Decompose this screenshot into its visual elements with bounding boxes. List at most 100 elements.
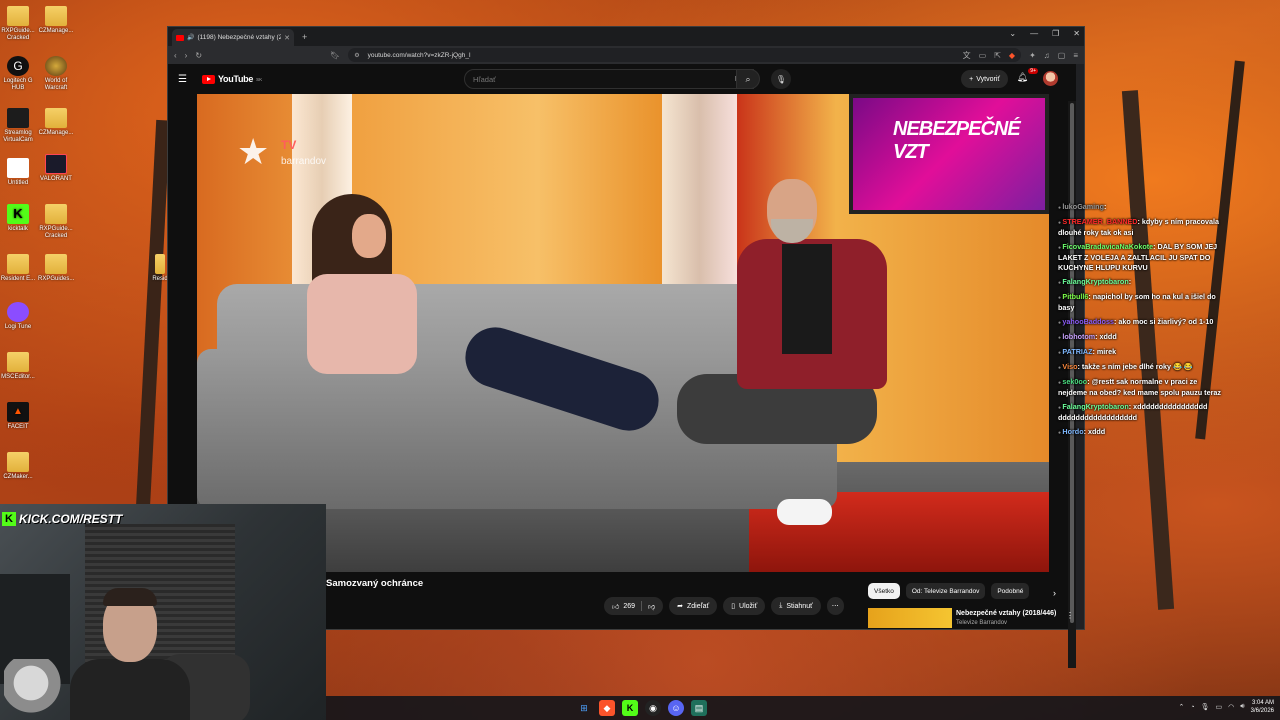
close-tab-icon[interactable]: ✕ [284, 34, 290, 42]
volume-icon[interactable]: 🔊︎ [1240, 703, 1244, 711]
chat-username[interactable]: FalangKryptobaron [1062, 277, 1128, 286]
desktop-icon[interactable]: RXPGuide... Cracked [38, 204, 74, 240]
video-title: Samozvaný ochránce [326, 578, 424, 589]
avatar[interactable] [1043, 71, 1058, 86]
chip-related[interactable]: Podobné [991, 583, 1030, 599]
minimize-button[interactable]: — [1030, 29, 1038, 38]
desktop-icon[interactable]: CZManage... [38, 108, 74, 137]
system-tray: ⌃ ◔ 🎙︎ ▭ ◠ 🔊︎ 3:04 AM 3/6/2026 [1178, 699, 1274, 715]
discord-icon[interactable]: ☺ [668, 700, 684, 716]
mic-tray-icon[interactable]: 🎙︎ [1201, 703, 1210, 711]
chat-message: ● FalangKryptobaron: xdddddddddddddddd d… [1058, 402, 1208, 422]
reader-icon[interactable]: ▭ [979, 51, 987, 60]
terminal-icon[interactable]: ▤ [691, 700, 707, 716]
new-tab-button[interactable]: + [302, 32, 307, 42]
desktop-icon[interactable]: CZManage... [38, 6, 74, 35]
windows-start-icon[interactable]: ⊞ [576, 700, 592, 716]
desktop-icon[interactable]: Logi Tune [0, 302, 36, 331]
file-icon [7, 158, 29, 178]
chat-message: ● yahooBaddoss: ako moc si žiarlivý? od … [1058, 317, 1214, 326]
display-icon[interactable]: ▭ [1215, 703, 1222, 711]
chat-username[interactable]: PATRIAZ [1062, 347, 1092, 356]
chat-username[interactable]: Hordo [1062, 427, 1083, 436]
forward-icon[interactable]: › [185, 51, 188, 60]
desktop-icon[interactable]: RXPGuides... [38, 254, 74, 283]
menu-icon[interactable]: ≡ [1073, 51, 1078, 60]
media-icon[interactable]: ♫ [1044, 51, 1050, 60]
search-button[interactable]: ⌕ [736, 69, 760, 89]
wifi-icon[interactable]: ◠ [1228, 703, 1234, 711]
notifications-bell-icon[interactable]: 🔔︎ [1017, 72, 1028, 83]
logitech-icon: G [7, 56, 29, 76]
chat-username[interactable]: yahooBaddoss [1062, 317, 1114, 326]
search-input[interactable] [473, 74, 735, 84]
create-button[interactable]: + Vytvoriť [961, 70, 1008, 88]
share-button[interactable]: ➦ Zdieľať [669, 597, 718, 615]
desktop-icon[interactable]: ▲ FACEIT [0, 402, 36, 431]
chat-text: mirek [1096, 347, 1117, 356]
reload-icon[interactable]: ↻ [195, 51, 202, 60]
desktop-icon[interactable]: CZMaker... [0, 452, 36, 481]
more-actions-button[interactable]: ⋯ [826, 597, 844, 615]
save-button[interactable]: ▯ Uložiť [723, 597, 766, 615]
voice-search-button[interactable]: 🎙︎ [771, 69, 791, 89]
share-icon[interactable]: ⇱ [994, 51, 1001, 60]
obs-icon[interactable]: ◉ [645, 700, 661, 716]
brave-shield-icon[interactable]: ◆ [1009, 51, 1015, 60]
chat-username[interactable]: lobhotom [1062, 332, 1095, 341]
chat-username[interactable]: sek0oo [1062, 377, 1087, 386]
desktop-icon[interactable]: Resident E... [0, 254, 36, 283]
clock[interactable]: 3:04 AM 3/6/2026 [1251, 699, 1274, 715]
close-window-button[interactable]: ✕ [1073, 29, 1080, 38]
chip-all[interactable]: Všetko [868, 583, 900, 599]
network-icon[interactable]: ◔ [1190, 704, 1194, 711]
chat-message: ● STREAMER_BANNED: kdyby s ním pracovala… [1058, 217, 1219, 237]
url-text[interactable]: youtube.com/watch?v=zkZR-jQgh_I [368, 52, 955, 59]
desktop-icon[interactable]: RXPGuide... Cracked [0, 6, 36, 42]
back-icon[interactable]: ‹ [174, 51, 177, 60]
folder-icon [45, 204, 67, 224]
brave-browser-icon[interactable]: ◆ [599, 700, 615, 716]
desktop-icon[interactable]: Untitled [0, 158, 36, 187]
more-options-icon[interactable]: ⋮ [1066, 611, 1074, 620]
recommended-video[interactable]: Nebezpečné vztahy (2018/446) Televize Ba… [868, 608, 1078, 628]
chip-from-channel[interactable]: Od: Televize Barrandov [905, 583, 986, 599]
chips-next-icon[interactable]: › [1053, 588, 1056, 598]
wallet-icon[interactable]: ▢ [1058, 51, 1066, 60]
translate-icon[interactable]: 文 [963, 50, 971, 61]
hamburger-menu-icon[interactable]: ☰ [178, 74, 194, 85]
chat-username[interactable]: Viso [1062, 362, 1077, 371]
youtube-logo[interactable]: YouTube SK [202, 74, 262, 84]
desktop-icon[interactable]: VALORANT [38, 154, 74, 183]
chat-username[interactable]: FalangKryptobaron [1062, 402, 1128, 411]
desktop-icon[interactable]: G Logitech G HUB [0, 56, 36, 92]
desktop-icon[interactable]: World of Warcraft [38, 56, 74, 92]
download-icon: ⤓ [779, 602, 783, 609]
kick-app-icon[interactable]: K [622, 700, 638, 716]
video-player[interactable]: NEBEZPEČNÉ VZT ★ TV barrandov [197, 94, 1049, 572]
download-button[interactable]: ⤓ Stiahnuť [771, 597, 821, 615]
tray-chevron-icon[interactable]: ⌃ [1178, 703, 1184, 711]
chat-text: xddd [1099, 332, 1117, 341]
address-bar[interactable]: ⚙ youtube.com/watch?v=zkZR-jQgh_I 文 ▭ ⇱ … [348, 48, 1022, 62]
thumbs-down-icon[interactable]: 👎︎ [648, 602, 655, 611]
maximize-button[interactable]: ❐ [1052, 29, 1059, 38]
chat-username[interactable]: FicovaBradavicaNaKokote [1062, 242, 1153, 251]
chat-username[interactable]: Pitbull6 [1062, 292, 1088, 301]
chat-message: ● Hordo: xddd [1058, 427, 1106, 436]
desktop-icon[interactable]: Streamlog VirtualCam [0, 108, 36, 144]
chat-username[interactable]: STREAMER_BANNED [1062, 217, 1137, 226]
site-info-icon[interactable]: ⚙ [354, 52, 359, 59]
speaker-icon: 🔊 [187, 35, 195, 41]
like-button[interactable]: 👍︎ 269 👎︎ [604, 597, 664, 615]
browser-tab[interactable]: 🔊 (1198) Nebezpečné vztahy (2 ✕ [172, 29, 294, 46]
valorant-icon [45, 154, 67, 174]
bookmark-icon[interactable]: 🔖︎ [330, 51, 340, 60]
chat-username[interactable]: lukoGaming [1062, 202, 1104, 211]
desktop-icon[interactable]: Kkicktalk [0, 204, 36, 233]
chat-message: ● PATRIAZ: mirek [1058, 347, 1117, 356]
extensions-icon[interactable]: ✦ [1029, 51, 1036, 60]
video-thumbnail[interactable] [868, 608, 952, 628]
desktop-icon[interactable]: MSCEditor... [0, 352, 36, 381]
tab-search-icon[interactable]: ⌄ [1009, 29, 1016, 38]
